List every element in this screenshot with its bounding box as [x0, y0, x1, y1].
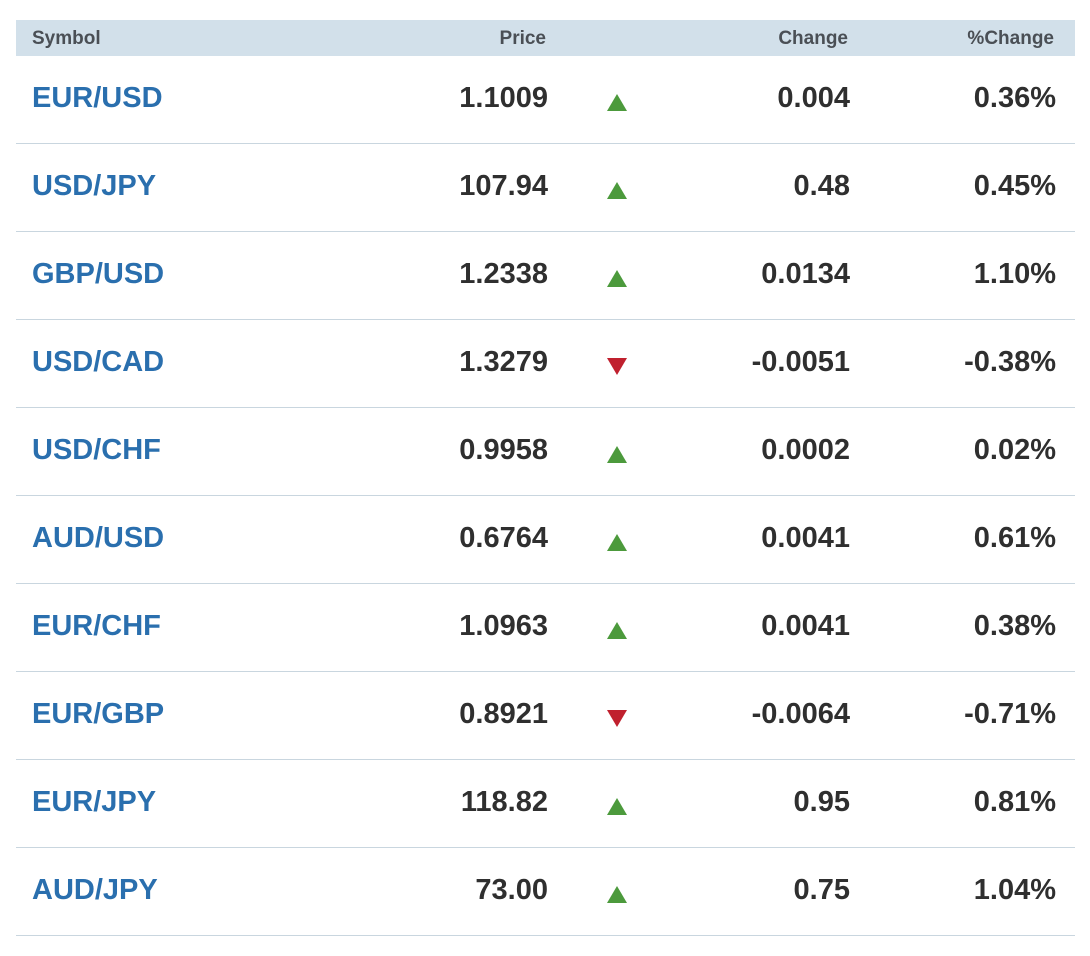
table-row: EUR/GBP 0.8921 -0.0064 -0.71%	[16, 672, 1075, 760]
change-value: 0.0002	[761, 434, 850, 466]
pct-change-value: 0.36%	[973, 82, 1056, 114]
pct-change-value: 0.81%	[973, 786, 1056, 818]
table-row: USD/JPY 107.94 0.48 0.45%	[16, 144, 1075, 232]
change-value: 0.0134	[761, 258, 850, 290]
table-row: USD/CAD 1.3279 -0.0051 -0.38%	[16, 320, 1075, 408]
symbol-link[interactable]: USD/CHF	[32, 434, 161, 467]
table-row: EUR/JPY 118.82 0.95 0.81%	[16, 760, 1075, 848]
pct-change-value: -0.38%	[964, 346, 1056, 378]
symbol-link[interactable]: USD/JPY	[32, 170, 156, 203]
down-arrow-icon	[607, 710, 627, 727]
up-arrow-icon	[607, 622, 627, 639]
change-value: 0.48	[793, 170, 850, 202]
pct-change-value: 0.02%	[973, 434, 1056, 466]
up-arrow-icon	[607, 94, 627, 111]
price-value: 1.0963	[459, 610, 548, 642]
table-row: AUD/USD 0.6764 0.0041 0.61%	[16, 496, 1075, 584]
up-arrow-icon	[607, 182, 627, 199]
change-value: -0.0064	[751, 698, 850, 730]
up-arrow-icon	[607, 798, 627, 815]
price-value: 0.8921	[459, 698, 548, 730]
price-value: 1.3279	[459, 346, 548, 378]
down-arrow-icon	[607, 358, 627, 375]
price-value: 1.1009	[459, 82, 548, 114]
column-header-pct-change[interactable]: %Change	[967, 28, 1054, 50]
pct-change-value: 1.04%	[973, 874, 1056, 906]
pct-change-value: 0.61%	[973, 522, 1056, 554]
table-body: EUR/USD 1.1009 0.004 0.36% USD/JPY 107.94 0.48…	[16, 56, 1075, 936]
change-value: 0.95	[793, 786, 850, 818]
symbol-link[interactable]: EUR/GBP	[32, 698, 164, 731]
price-value: 0.9958	[459, 434, 548, 466]
symbol-link[interactable]: EUR/CHF	[32, 610, 161, 643]
currency-quotes-table: Symbol Price Change %Change EUR/USD 1.100…	[16, 20, 1075, 936]
table-row: EUR/CHF 1.0963 0.0041 0.38%	[16, 584, 1075, 672]
change-value: -0.0051	[751, 346, 850, 378]
pct-change-value: 1.10%	[973, 258, 1056, 290]
symbol-link[interactable]: EUR/JPY	[32, 786, 156, 819]
symbol-link[interactable]: USD/CAD	[32, 346, 164, 379]
change-value: 0.0041	[761, 522, 850, 554]
table-row: USD/CHF 0.9958 0.0002 0.02%	[16, 408, 1075, 496]
symbol-link[interactable]: EUR/USD	[32, 82, 163, 115]
pct-change-value: 0.45%	[973, 170, 1056, 202]
column-header-price[interactable]: Price	[500, 28, 546, 50]
table-header: Symbol Price Change %Change	[16, 20, 1075, 56]
table-row: GBP/USD 1.2338 0.0134 1.10%	[16, 232, 1075, 320]
column-header-symbol[interactable]: Symbol	[32, 28, 101, 50]
table-row: AUD/JPY 73.00 0.75 1.04%	[16, 848, 1075, 936]
symbol-link[interactable]: AUD/USD	[32, 522, 164, 555]
change-value: 0.75	[793, 874, 850, 906]
price-value: 1.2338	[459, 258, 548, 290]
price-value: 0.6764	[459, 522, 548, 554]
price-value: 107.94	[459, 170, 548, 202]
change-value: 0.004	[777, 82, 850, 114]
column-header-change[interactable]: Change	[778, 28, 848, 50]
up-arrow-icon	[607, 270, 627, 287]
up-arrow-icon	[607, 886, 627, 903]
pct-change-value: 0.38%	[973, 610, 1056, 642]
symbol-link[interactable]: AUD/JPY	[32, 874, 158, 907]
change-value: 0.0041	[761, 610, 850, 642]
symbol-link[interactable]: GBP/USD	[32, 258, 164, 291]
price-value: 118.82	[460, 786, 548, 818]
price-value: 73.00	[475, 874, 548, 906]
pct-change-value: -0.71%	[964, 698, 1056, 730]
up-arrow-icon	[607, 446, 627, 463]
table-row: EUR/USD 1.1009 0.004 0.36%	[16, 56, 1075, 144]
up-arrow-icon	[607, 534, 627, 551]
